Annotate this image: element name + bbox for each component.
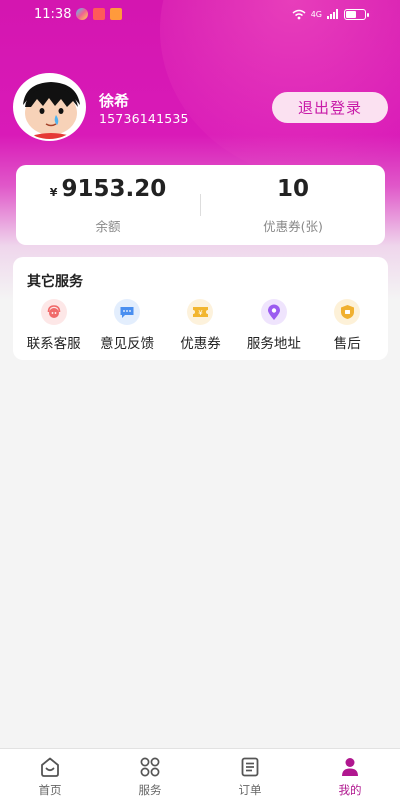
coupons-label: 优惠券(张) [263, 218, 323, 234]
balance-label: 余额 [95, 218, 121, 234]
balance-section[interactable]: ¥ 9153.20 余额 [16, 176, 200, 235]
tab-label: 服务 [138, 783, 162, 797]
orders-icon [241, 757, 259, 777]
user-name: 徐希 [99, 92, 130, 110]
wifi-icon [292, 9, 306, 19]
coupons-count: 10 [276, 175, 309, 202]
service-feedback[interactable]: 意见反馈 [91, 299, 163, 352]
logout-button[interactable]: 退出登录 [272, 92, 388, 123]
service-label: 优惠券 [180, 336, 221, 352]
service-coupons[interactable]: ¥ 优惠券 [164, 299, 236, 352]
svg-text:¥: ¥ [198, 309, 203, 317]
bottom-tab-bar: 首页 服务 订单 我的 [0, 748, 400, 800]
coupons-section[interactable]: 10 优惠券(张) [201, 176, 385, 235]
profile-icon [342, 758, 358, 776]
coupon-icon: ¥ [187, 299, 214, 325]
services-grid-icon [140, 757, 160, 777]
other-services-card: 其它服务 联系客服 意见反馈 ¥ 优惠券 服务地址 售后 [13, 257, 388, 360]
tab-profile[interactable]: 我的 [300, 749, 400, 800]
user-phone: 15736141535 [99, 111, 189, 126]
tab-orders[interactable]: 订单 [200, 749, 300, 800]
service-label: 售后 [333, 336, 361, 352]
service-label: 意见反馈 [100, 336, 155, 352]
wallet-card: ¥ 9153.20 余额 10 优惠券(张) [16, 165, 385, 245]
network-type: 4G [310, 9, 322, 19]
tab-label: 首页 [38, 783, 62, 797]
tab-services[interactable]: 服务 [100, 749, 200, 800]
notification-icon [110, 8, 123, 20]
balance-value: 9153.20 [61, 175, 167, 202]
location-icon [260, 299, 287, 325]
status-bar: 11:38 4G [0, 0, 400, 28]
signal-icon [327, 9, 338, 19]
battery-icon [344, 8, 369, 20]
notification-icon [76, 8, 89, 20]
profile-header-background [0, 0, 400, 300]
currency-symbol: ¥ [49, 185, 58, 199]
after-sales-icon [334, 299, 361, 325]
avatar[interactable] [13, 73, 86, 141]
home-icon [41, 757, 59, 777]
feedback-icon [114, 299, 141, 325]
services-title: 其它服务 [27, 274, 83, 290]
services-grid: 联系客服 意见反馈 ¥ 优惠券 服务地址 售后 [13, 299, 388, 352]
tab-label: 订单 [238, 783, 262, 797]
tab-home[interactable]: 首页 [0, 749, 100, 800]
service-address[interactable]: 服务地址 [238, 299, 310, 352]
customer-service-icon [40, 299, 67, 325]
service-label: 服务地址 [246, 336, 301, 352]
service-label: 联系客服 [26, 336, 81, 352]
notification-icon [93, 8, 106, 20]
service-customer-service[interactable]: 联系客服 [18, 299, 90, 352]
tab-label: 我的 [338, 783, 362, 797]
status-time: 11:38 [34, 6, 72, 22]
service-after-sales[interactable]: 售后 [311, 299, 383, 352]
